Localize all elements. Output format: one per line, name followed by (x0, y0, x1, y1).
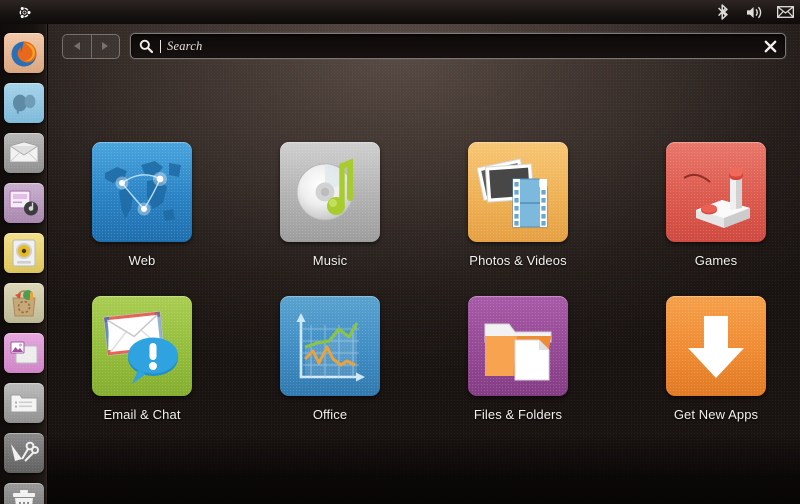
panel-indicator-area (715, 4, 800, 21)
category-label: Office (312, 407, 348, 422)
launcher-item-rhythmbox[interactable] (0, 228, 48, 278)
volume-icon[interactable] (746, 4, 763, 21)
category-label: Get New Apps (673, 407, 759, 422)
navigation-buttons (62, 33, 120, 59)
dash-search-row: Search (62, 30, 786, 62)
launcher-item-empathy[interactable] (0, 78, 48, 128)
category-label: Web (128, 253, 156, 268)
launcher-item-shotwell[interactable] (0, 328, 48, 378)
top-panel (0, 0, 800, 24)
category-photos-videos[interactable]: Photos & Videos (424, 142, 612, 268)
category-label: Files & Folders (473, 407, 563, 422)
back-button[interactable] (63, 35, 91, 58)
category-get-new-apps[interactable]: Get New Apps (622, 296, 800, 422)
search-icon (139, 39, 154, 54)
unity-dash-screen: Search Web Music Photos & Videos Games E… (0, 0, 800, 504)
category-label: Music (312, 253, 348, 268)
unity-launcher (0, 24, 48, 504)
messaging-envelope-icon[interactable] (777, 4, 794, 21)
launcher-item-gimp[interactable] (0, 428, 48, 478)
category-grid: Web Music Photos & Videos Games Email & … (48, 142, 800, 422)
chevron-left-icon (73, 42, 80, 50)
launcher-item-software-center[interactable] (0, 278, 48, 328)
category-label: Games (694, 253, 738, 268)
category-web[interactable]: Web (48, 142, 236, 268)
category-label: Photos & Videos (469, 253, 567, 268)
category-email-chat[interactable]: Email & Chat (48, 296, 236, 422)
launcher-item-firefox[interactable] (0, 28, 48, 78)
dash-bottom-fade (48, 434, 800, 504)
search-placeholder: Search (167, 38, 203, 53)
launcher-item-files[interactable] (0, 378, 48, 428)
ubuntu-logo-icon[interactable] (0, 0, 48, 24)
search-input[interactable]: Search (130, 33, 786, 59)
forward-button[interactable] (90, 34, 119, 58)
chevron-right-icon (102, 42, 109, 50)
text-caret (160, 39, 161, 53)
category-files-folders[interactable]: Files & Folders (424, 296, 612, 422)
bluetooth-icon[interactable] (715, 4, 732, 21)
category-label: Email & Chat (103, 407, 181, 422)
launcher-item-trash[interactable] (0, 478, 48, 504)
category-games[interactable]: Games (622, 142, 800, 268)
launcher-item-banshee[interactable] (0, 178, 48, 228)
launcher-item-evolution-mail[interactable] (0, 128, 48, 178)
category-music[interactable]: Music (236, 142, 424, 268)
clear-search-icon[interactable] (763, 39, 777, 53)
dash-panel: Search Web Music Photos & Videos Games E… (48, 24, 800, 504)
category-office[interactable]: Office (236, 296, 424, 422)
